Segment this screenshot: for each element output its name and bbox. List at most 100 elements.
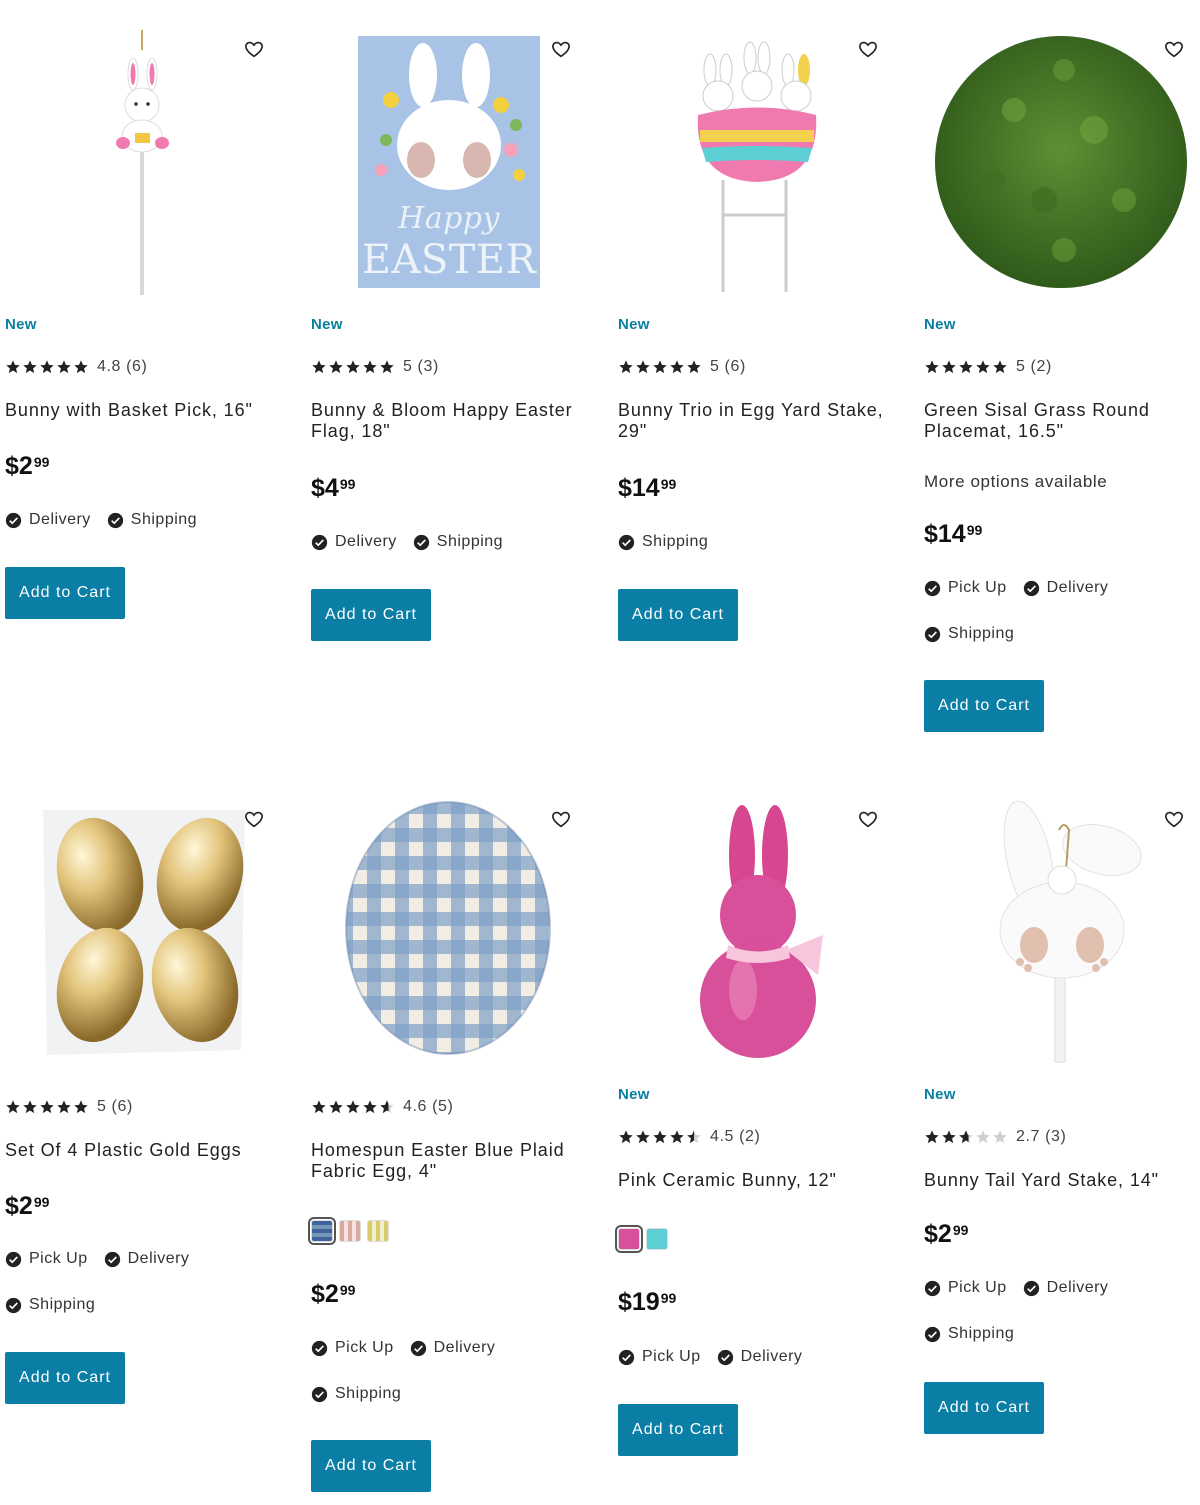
wishlist-heart-icon[interactable]	[243, 808, 265, 830]
check-circle-icon	[5, 1251, 22, 1267]
star-icon	[687, 360, 701, 374]
fulfillment-label: Delivery	[1046, 579, 1109, 596]
new-badge: New	[618, 316, 650, 333]
fulfillment-delivery: Delivery	[5, 511, 91, 529]
fulfillment-label: Shipping	[29, 1296, 96, 1313]
add-to-cart-button[interactable]: Add to Cart	[311, 589, 431, 641]
bunny-basket-pick-image[interactable]	[5, 30, 287, 320]
rating-text: 4.5 (2)	[710, 1128, 761, 1145]
star-icon	[74, 1100, 88, 1114]
product-price: $4 99	[311, 474, 356, 502]
swatch-yellow-plaid[interactable]	[367, 1220, 389, 1242]
star-icon	[380, 1100, 394, 1114]
grass-placemat-image[interactable]	[924, 30, 1200, 320]
rating-text: 4.6 (5)	[403, 1098, 454, 1115]
rating-text: 5 (3)	[403, 358, 439, 375]
pink-ceramic-bunny-image[interactable]	[618, 800, 900, 1090]
star-icon	[329, 360, 343, 374]
gold-eggs-image[interactable]	[5, 800, 287, 1090]
bunny-trio-egg-stake-image[interactable]	[618, 30, 900, 320]
add-to-cart-button[interactable]: Add to Cart	[924, 1382, 1044, 1434]
product-title[interactable]: Pink Ceramic Bunny, 12"	[618, 1170, 900, 1191]
fulfillment-label: Pick Up	[29, 1250, 88, 1267]
happy-easter-flag-image[interactable]: Happy EASTER	[311, 30, 593, 320]
fulfillment-label: Shipping	[335, 1385, 402, 1402]
swatch-blue-plaid[interactable]	[308, 1217, 336, 1245]
add-to-cart-button[interactable]: Add to Cart	[5, 1352, 125, 1404]
swatch-pink[interactable]	[615, 1225, 643, 1253]
wishlist-heart-icon[interactable]	[243, 38, 265, 60]
check-circle-icon	[924, 626, 941, 642]
star-icon	[57, 1100, 71, 1114]
star-icon	[363, 360, 377, 374]
star-icon	[619, 360, 633, 374]
product-title[interactable]: Bunny with Basket Pick, 16"	[5, 400, 287, 421]
product-title[interactable]: Bunny Tail Yard Stake, 14"	[924, 1170, 1200, 1191]
star-icon	[363, 1100, 377, 1114]
wishlist-heart-icon[interactable]	[1163, 808, 1185, 830]
product-title[interactable]: Set Of 4 Plastic Gold Eggs	[5, 1140, 287, 1161]
product-price: $2 99	[311, 1280, 356, 1308]
star-rating: 4.6 (5)	[311, 1097, 453, 1117]
star-icon	[6, 1100, 20, 1114]
add-to-cart-button[interactable]: Add to Cart	[618, 589, 738, 641]
star-rating: 5 (3)	[311, 357, 439, 377]
check-circle-icon	[1023, 1280, 1039, 1296]
star-icon	[925, 360, 939, 374]
check-circle-icon	[413, 534, 429, 550]
plaid-fabric-egg-image[interactable]	[311, 800, 593, 1090]
wishlist-heart-icon[interactable]	[1163, 38, 1185, 60]
more-options-text[interactable]: More options available	[924, 472, 1107, 492]
fulfillment-shipping: Shipping	[5, 1296, 95, 1314]
check-circle-icon	[104, 1251, 120, 1267]
star-icon	[993, 360, 1007, 374]
add-to-cart-button[interactable]: Add to Cart	[5, 567, 125, 619]
fulfillment-label: Delivery	[29, 511, 91, 528]
star-rating: 5 (2)	[924, 357, 1052, 377]
wishlist-heart-icon[interactable]	[857, 38, 879, 60]
fulfillment-label: Delivery	[433, 1339, 496, 1356]
star-icon	[312, 1100, 326, 1114]
product-price: $2 99	[5, 452, 50, 480]
star-icon	[40, 360, 54, 374]
star-rating: 4.5 (2)	[618, 1127, 760, 1147]
add-to-cart-button[interactable]: Add to Cart	[311, 1440, 431, 1492]
product-title[interactable]: Bunny Trio in Egg Yard Stake, 29"	[618, 400, 900, 442]
new-badge: New	[924, 316, 956, 333]
fulfillment-options: Shipping	[311, 1385, 401, 1403]
bunny-tail-stake-image[interactable]	[924, 800, 1200, 1090]
fulfillment-options: Pick Up Delivery	[924, 1279, 1108, 1297]
product-title[interactable]: Bunny & Bloom Happy Easter Flag, 18"	[311, 400, 593, 442]
star-icon	[40, 1100, 54, 1114]
wishlist-heart-icon[interactable]	[857, 808, 879, 830]
add-to-cart-button[interactable]: Add to Cart	[618, 1404, 738, 1456]
star-icon	[23, 360, 37, 374]
star-icon	[329, 1100, 343, 1114]
swatch-aqua[interactable]	[646, 1228, 668, 1250]
check-circle-icon	[410, 1340, 426, 1356]
rating-text: 4.8 (6)	[97, 358, 148, 375]
check-circle-icon	[1023, 580, 1039, 596]
check-circle-icon	[107, 512, 123, 528]
star-icon	[942, 360, 956, 374]
fulfillment-shipping: Shipping	[311, 1385, 401, 1403]
product-price: $19 99	[618, 1288, 677, 1316]
fulfillment-options: Pick Up Delivery	[618, 1348, 802, 1366]
fulfillment-label: Shipping	[642, 533, 709, 550]
star-rating: 2.7 (3)	[924, 1127, 1066, 1147]
swatch-pink-plaid[interactable]	[339, 1220, 361, 1242]
add-to-cart-button[interactable]: Add to Cart	[924, 680, 1044, 732]
rating-text: 5 (6)	[97, 1098, 133, 1115]
wishlist-heart-icon[interactable]	[550, 808, 572, 830]
star-icon	[346, 1100, 360, 1114]
new-badge: New	[311, 316, 343, 333]
star-icon	[57, 360, 71, 374]
fulfillment-delivery: Delivery	[311, 533, 397, 551]
fulfillment-shipping: Shipping	[924, 1325, 1014, 1343]
star-icon	[925, 1130, 939, 1144]
product-title[interactable]: Homespun Easter Blue Plaid Fabric Egg, 4…	[311, 1140, 593, 1182]
wishlist-heart-icon[interactable]	[550, 38, 572, 60]
fulfillment-options: Pick Up Delivery	[311, 1339, 495, 1357]
check-circle-icon	[311, 534, 328, 550]
product-title[interactable]: Green Sisal Grass Round Placemat, 16.5"	[924, 400, 1200, 442]
